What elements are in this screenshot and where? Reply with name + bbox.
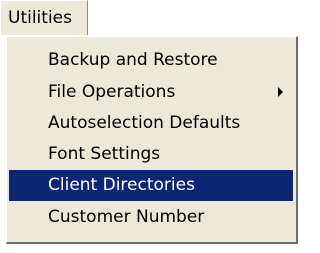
menu-item-label: File Operations — [48, 82, 176, 102]
menu-item-autoselection-defaults[interactable]: Autoselection Defaults — [9, 108, 293, 139]
utilities-dropdown-menu: Backup and Restore File Operations Autos… — [6, 36, 298, 244]
menu-item-file-operations[interactable]: File Operations — [9, 77, 293, 108]
chevron-right-icon — [278, 87, 283, 97]
menu-utilities-title[interactable]: Utilities — [0, 0, 88, 35]
menu-item-backup-and-restore[interactable]: Backup and Restore — [9, 45, 293, 76]
menu-item-client-directories[interactable]: Client Directories — [9, 170, 293, 201]
menu-item-customer-number[interactable]: Customer Number — [9, 202, 293, 233]
menu-item-font-settings[interactable]: Font Settings — [9, 139, 293, 170]
